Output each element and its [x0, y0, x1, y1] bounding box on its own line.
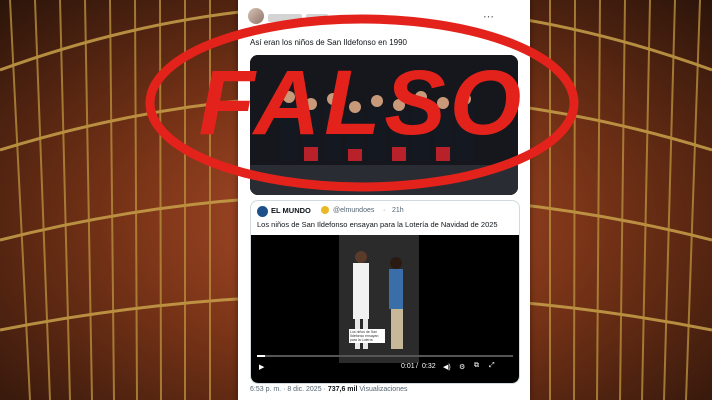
tweet-header: ⋯ [238, 0, 530, 34]
video-duration: 0:32 [422, 363, 436, 370]
tweet-text: Así eran los niños de San Ildefonso en 1… [250, 38, 407, 47]
views-label: Visualizaciones [359, 386, 408, 393]
pip-icon[interactable]: ⧉ [474, 362, 479, 370]
video-frame [339, 235, 419, 363]
children-choir-photo [250, 55, 518, 195]
video-progress-bar[interactable] [257, 355, 513, 357]
video-caption: Los niños de San Ildefonso ensayan para … [349, 329, 385, 343]
author-avatar[interactable] [248, 8, 264, 24]
video-still [339, 235, 419, 363]
tweet-timestamp[interactable]: 6:53 p. m. · 8 dic. 2025 · [250, 386, 326, 393]
volume-icon[interactable]: ◀) [443, 363, 451, 371]
verified-badge-icon [321, 206, 329, 214]
video-player[interactable]: Los niños de San Ildefonso ensayan para … [251, 235, 519, 383]
redacted-author-name [268, 14, 302, 22]
video-time-separator: / [416, 363, 418, 370]
views-count: 737,6 mil [327, 386, 358, 393]
play-icon[interactable]: ▶ [259, 363, 264, 371]
quoted-author-handle[interactable]: @elmundoes [333, 207, 374, 214]
fullscreen-icon[interactable]: ⤢ [489, 362, 495, 370]
quoted-timestamp[interactable]: 21h [392, 207, 404, 214]
quoted-author-name[interactable]: EL MUNDO [271, 206, 311, 215]
el-mundo-logo [257, 206, 268, 217]
tweet-photo[interactable] [250, 55, 518, 195]
video-current-time: 0:01 [401, 363, 415, 370]
quoted-separator: · [383, 207, 386, 214]
quoted-tweet[interactable]: EL MUNDO @elmundoes · 21h Los niños de S… [250, 200, 520, 384]
tweet-footer: 6:53 p. m. · 8 dic. 2025 · 737,6 mil Vis… [250, 386, 407, 393]
more-horizontal-icon[interactable]: ⋯ [483, 10, 494, 23]
settings-icon[interactable]: ⚙ [459, 363, 465, 371]
tweet-card: ⋯ Así eran los niños de San Ildefonso en… [238, 0, 530, 400]
quoted-text: Los niños de San Ildefonso ensayan para … [257, 220, 498, 229]
redacted-author-handle [306, 14, 328, 22]
video-progress-fill [257, 355, 265, 357]
